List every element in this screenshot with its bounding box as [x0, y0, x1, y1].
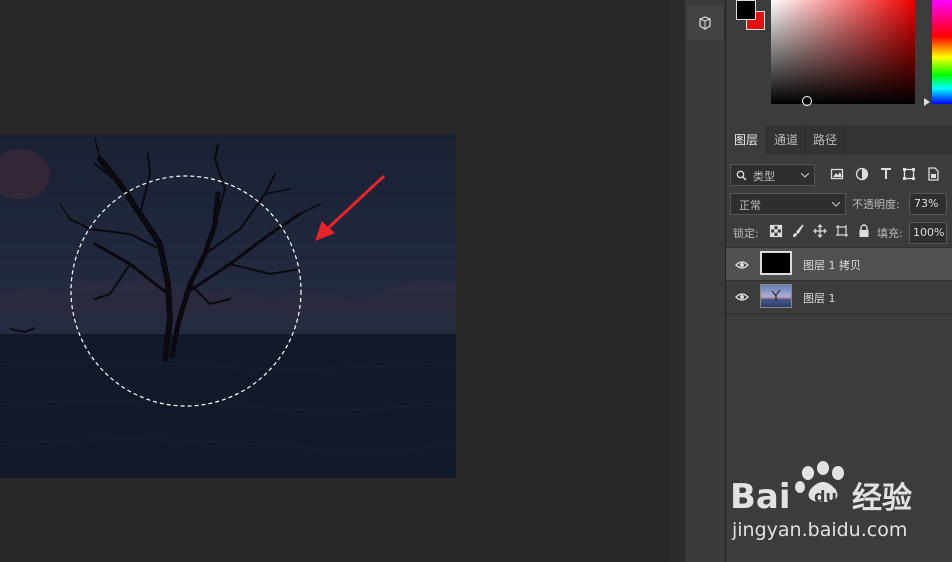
lock-brush-icon[interactable] — [791, 224, 805, 238]
tree-thumbnail-icon — [771, 289, 781, 301]
eye-icon[interactable] — [735, 292, 749, 302]
chevron-down-icon — [801, 173, 809, 178]
svg-text:经验: 经验 — [852, 481, 912, 516]
lock-transparent-icon[interactable] — [769, 224, 783, 238]
layer-filter-select[interactable]: 类型 — [730, 164, 815, 186]
tab-layers[interactable]: 图层 — [726, 126, 766, 154]
tab-paths[interactable]: 路径 — [806, 126, 844, 154]
image-filter-icon[interactable] — [830, 167, 844, 181]
layers-divider — [726, 313, 952, 314]
lock-label: 锁定: — [733, 227, 759, 240]
canvas-image[interactable] — [0, 134, 456, 478]
baidu-jingyan-watermark: Bai du 经验 jingyan.baidu.com — [730, 461, 912, 541]
adjustment-filter-icon[interactable] — [855, 167, 869, 181]
tab-channels[interactable]: 通道 — [767, 126, 805, 154]
opacity-value: 73% — [914, 197, 939, 210]
layers-panel-tabs: 图层 通道 路径 — [726, 126, 952, 154]
collapsed-panel-strip — [685, 0, 725, 562]
chevron-down-icon — [832, 202, 840, 207]
tree-photo — [0, 134, 456, 478]
hue-slider-handle[interactable] — [924, 98, 930, 106]
foreground-color-swatch-front[interactable] — [736, 0, 756, 20]
type-filter-icon[interactable] — [879, 167, 893, 181]
layer-thumbnail-photo — [760, 284, 792, 308]
search-icon — [736, 170, 747, 181]
svg-text:Bai: Bai — [730, 477, 791, 517]
properties-panel-button[interactable] — [687, 6, 723, 40]
blend-mode-value: 正常 — [739, 199, 761, 212]
cube-icon — [699, 16, 711, 30]
svg-text:jingyan.baidu.com: jingyan.baidu.com — [731, 519, 907, 541]
panel-gutter — [667, 0, 685, 562]
layer-filter-label: 类型 — [753, 170, 775, 183]
opacity-input[interactable]: 73% — [909, 193, 947, 215]
fill-input[interactable]: 100% — [909, 222, 947, 244]
color-picker-field[interactable] — [771, 0, 915, 104]
fill-value: 100% — [913, 226, 945, 239]
layer-name: 图层 1 — [803, 292, 836, 305]
shape-filter-icon[interactable] — [902, 167, 916, 181]
blend-mode-select[interactable]: 正常 — [730, 193, 846, 215]
document-canvas[interactable] — [0, 0, 667, 562]
layer-name: 图层 1 拷贝 — [803, 259, 861, 272]
lock-all-icon[interactable] — [857, 224, 871, 238]
hue-slider[interactable] — [932, 0, 952, 104]
lock-position-icon[interactable] — [813, 224, 827, 238]
opacity-label: 不透明度: — [852, 198, 900, 211]
tab-divider — [844, 126, 845, 154]
svg-text:du: du — [814, 487, 837, 506]
lock-artboard-icon[interactable] — [835, 224, 849, 238]
color-picker-handle[interactable] — [802, 96, 812, 106]
panel-divider — [667, 0, 668, 562]
layer-thumbnail-black — [760, 251, 792, 275]
smart-object-filter-icon[interactable] — [926, 167, 940, 181]
eye-icon[interactable] — [735, 260, 749, 270]
fill-label: 填充: — [877, 227, 903, 240]
